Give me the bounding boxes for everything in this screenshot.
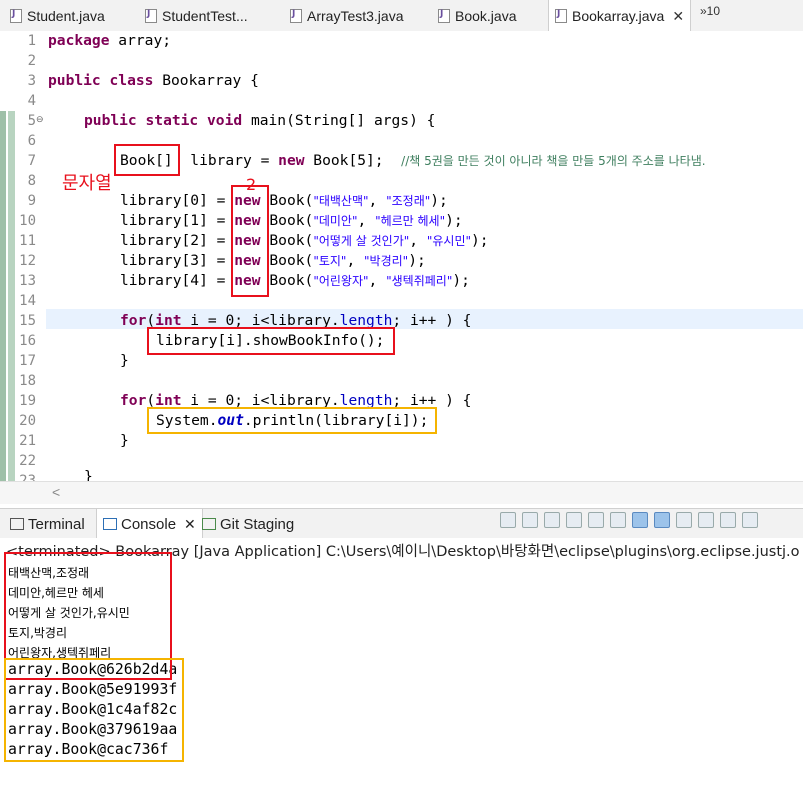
code-line-13: library[4] = new Book("어린왕자", "생텍쥐페리"); [120,272,470,289]
line-number: 10 [19,213,36,229]
line-number: 11 [19,233,36,249]
line-number: 23 [19,473,36,481]
scroll-lock-icon[interactable] [588,512,604,528]
remove-launch-icon[interactable] [522,512,538,528]
line-number: 4 [27,93,36,109]
line-number: 15 [19,313,36,329]
java-file-icon [290,8,302,23]
java-file-icon [555,9,567,23]
show-on-stderr-icon[interactable] [654,512,670,528]
show-on-stdout-icon[interactable] [632,512,648,528]
tab-git-staging[interactable]: Git Staging [202,509,294,539]
line-number: 13 [19,273,36,289]
pin-console-icon[interactable] [676,512,692,528]
code-line-23: } [84,468,93,481]
close-icon[interactable]: ✕ [184,516,196,533]
line-number: 18 [19,373,36,389]
line-number: 9 [27,193,36,209]
code-line-5: public static void main(String[] args) { [84,112,436,129]
line-number: 5 [27,113,36,129]
annotation-box-new-keywords [231,185,269,297]
change-ruler [0,111,6,481]
line-number: 12 [19,253,36,269]
code-line-12: library[3] = new Book("토지", "박경리"); [120,252,426,269]
java-file-icon [438,8,450,23]
remove-all-icon[interactable] [544,512,560,528]
tab-overflow-button[interactable]: »10 [700,4,720,18]
line-number: 14 [19,293,36,309]
scroll-left-icon[interactable]: < [52,484,60,500]
annotation-box-object-output [4,658,184,762]
editor-tab-bar: Student.java StudentTest... ArrayTest3.j… [0,0,803,32]
console-toolbar [500,512,758,534]
annotation-box-show-book-info [147,327,395,355]
editor-horizontal-scrollbar[interactable]: < [0,481,803,504]
view-menu-icon[interactable] [742,512,758,528]
line-number: 17 [19,353,36,369]
tab-book-java[interactable]: Book.java [438,0,516,31]
line-number: 16 [19,333,36,349]
line-number: 6 [27,133,36,149]
annotation-box-println [147,407,437,434]
clear-console-icon[interactable] [566,512,582,528]
line-number: 22 [19,453,36,469]
line-number: 21 [19,433,36,449]
java-file-icon [10,8,22,23]
code-line-9: library[0] = new Book("태백산맥", "조정래"); [120,192,448,209]
line-number: 2 [27,53,36,69]
line-number: 19 [19,393,36,409]
tab-terminal[interactable]: Terminal [10,509,85,539]
java-file-icon [145,8,157,23]
tab-bookarray-java[interactable]: Bookarray.java✕ [548,0,692,32]
close-icon[interactable]: ✕ [672,8,684,25]
code-line-7: Book[] library = new Book[5]; //책 5권을 만든… [120,152,706,169]
annotation-label-string: 문자열 [62,173,112,194]
code-editor[interactable]: 1 2 3 4 5 6 7 8 9 10 11 12 13 14 15 16 17 18 19 20 21 22 23 ⊖ … [0,31,803,481]
tab-studenttest-java[interactable]: StudentTest... [145,0,248,31]
tab-student-java[interactable]: Student.java [10,0,105,31]
terminal-icon [10,518,24,530]
line-number: 1 [27,33,36,49]
console-icon [103,518,117,530]
line-number: 20 [19,413,36,429]
git-staging-icon [202,518,216,530]
terminate-icon[interactable] [500,512,516,528]
code-line-10: library[1] = new Book("데미안", "헤르만 헤세"); [120,212,463,229]
tab-arraytest3-java[interactable]: ArrayTest3.java [290,0,403,31]
tab-console[interactable]: Console ✕ [96,509,203,539]
code-line-21: } [120,432,129,449]
code-line-3: public class Bookarray { [48,72,259,89]
line-number: 7 [27,153,36,169]
word-wrap-icon[interactable] [610,512,626,528]
fold-toggle-icon[interactable]: ⊖ [36,114,44,125]
line-number: 3 [27,73,36,89]
annotation-box-book-array [114,144,180,176]
code-line-17: } [120,352,129,369]
display-console-icon[interactable] [698,512,714,528]
console-output[interactable]: <terminated> Bookarray [Java Application… [0,538,803,807]
open-console-icon[interactable] [720,512,736,528]
line-number: 8 [27,173,36,189]
code-line-1: package array; [48,32,172,49]
code-line-11: library[2] = new Book("어떻게 살 것인가", "유시민"… [120,232,489,249]
